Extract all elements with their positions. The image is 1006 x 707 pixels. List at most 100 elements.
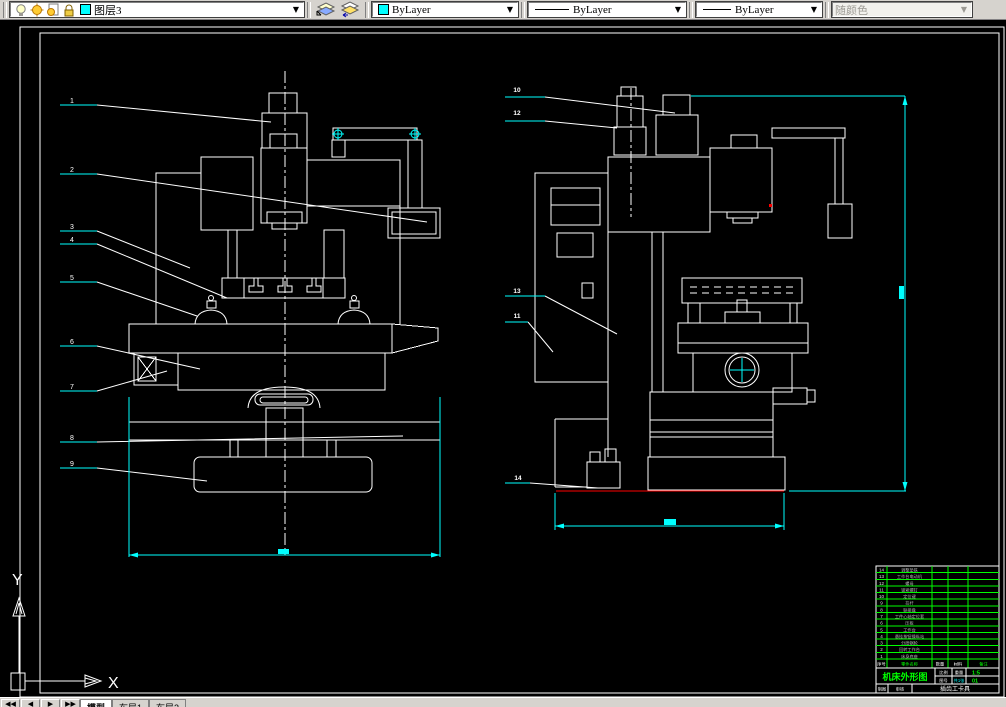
hub-center-mark [730, 358, 754, 382]
svg-text:压板: 压板 [905, 620, 914, 627]
toolbar-separator [689, 1, 693, 18]
plotstyle-combo-value: 随颜色 [835, 4, 868, 17]
ucs-x-label: X [108, 675, 119, 692]
svg-text:3: 3 [880, 641, 883, 646]
leader-label-3: 3 [70, 224, 74, 231]
tab-prev-button[interactable]: ◀ [21, 699, 40, 707]
svg-text:14: 14 [879, 568, 885, 573]
svg-text:床身底座: 床身底座 [901, 653, 918, 660]
svg-text:5: 5 [880, 627, 883, 632]
svg-text:11: 11 [879, 587, 884, 592]
leader-label-13: 13 [513, 288, 521, 295]
leader-label-8: 8 [70, 435, 74, 442]
svg-text:12: 12 [879, 581, 885, 586]
toolbar-separator [825, 1, 829, 18]
leader-label-5: 5 [70, 275, 74, 282]
svg-text:螺母: 螺母 [905, 580, 913, 587]
tab-first-button[interactable]: ◀◀ [1, 699, 20, 707]
tab-layout1[interactable]: 布局1 [112, 699, 150, 707]
leader-label-12: 12 [513, 110, 521, 117]
arm-target-symbols [332, 128, 421, 140]
tab-next-button[interactable]: ▶ [41, 699, 60, 707]
linetype-combo-value: ByLayer [573, 3, 612, 16]
linetype-preview [535, 9, 569, 10]
svg-text:联接盘: 联接盘 [903, 606, 916, 613]
toolbar-separator [3, 1, 7, 18]
linetype-combo-dropdown-icon[interactable]: ▼ [673, 5, 683, 14]
svg-text:回转工作台: 回转工作台 [899, 646, 920, 653]
weight-label: 重量 [955, 669, 963, 676]
layer-on-bulb-icon[interactable] [14, 3, 28, 17]
layer-combo-value: 图层3 [94, 4, 122, 17]
svg-text:2: 2 [880, 647, 883, 652]
layer-thaw-sun-icon[interactable] [30, 3, 44, 17]
svg-text:10: 10 [879, 594, 885, 599]
svg-text:4: 4 [880, 634, 883, 639]
side-height-dimension-text [899, 286, 904, 299]
svg-text:7: 7 [880, 614, 883, 619]
lineweight-combo[interactable]: ByLayer ▼ [695, 1, 823, 18]
lineweight-combo-value: ByLayer [735, 3, 774, 16]
leader-label-4: 4 [70, 237, 74, 244]
checked-label: 审核 [896, 686, 905, 693]
front-view [128, 71, 441, 555]
lineweight-preview [703, 9, 731, 10]
layer-vp-freeze-icon[interactable] [46, 3, 60, 17]
lineweight-combo-dropdown-icon[interactable]: ▼ [809, 5, 819, 14]
svg-text:拉杆: 拉杆 [905, 600, 914, 607]
toolbar-separator [521, 1, 525, 18]
toolbar-separator [365, 1, 369, 18]
side-width-dimension-text [664, 519, 676, 525]
layer-color-swatch [80, 4, 91, 15]
layout-tab-strip: ◀◀ ◀ ▶ ▶▶ 模型 布局1 布局2 [0, 697, 1006, 707]
front-dimension-text [278, 549, 289, 554]
sheet-value: 01 [972, 679, 978, 685]
ucs-icon: Y X [10, 572, 119, 692]
svg-text:8: 8 [880, 607, 883, 612]
ucs-y-label: Y [12, 572, 23, 589]
layer-lock-icon[interactable] [62, 3, 76, 17]
leader-label-14: 14 [514, 475, 522, 482]
layer-previous-icon[interactable] [339, 1, 361, 18]
make-layer-current-icon[interactable] [315, 1, 337, 18]
bom-header-qty: 数量 [936, 661, 944, 668]
scale-label: 比例 [939, 669, 947, 676]
tab-layout2[interactable]: 布局2 [149, 699, 187, 707]
sheet-label: 图号 [939, 678, 947, 684]
leader-label-9: 9 [70, 461, 74, 468]
layer-combo-dropdown-icon[interactable]: ▼ [291, 5, 301, 14]
leader-label-11: 11 [514, 313, 521, 320]
svg-text:工件心轴定位套: 工件心轴定位套 [895, 613, 925, 620]
svg-text:悬挂按钮操纵站: 悬挂按钮操纵站 [895, 633, 924, 640]
linetype-combo[interactable]: ByLayer ▼ [527, 1, 687, 18]
tab-last-button[interactable]: ▶▶ [61, 699, 80, 707]
svg-text:分度蜗轮: 分度蜗轮 [901, 640, 919, 647]
svg-text:6: 6 [880, 621, 883, 626]
svg-text:工作台: 工作台 [903, 626, 916, 633]
svg-text:定位键: 定位键 [903, 593, 916, 600]
layer-combo[interactable]: 图层3 ▼ [9, 1, 305, 18]
color-combo-dropdown-icon[interactable]: ▼ [505, 5, 515, 14]
color-combo[interactable]: ByLayer ▼ [371, 1, 519, 18]
svg-text:9: 9 [880, 601, 883, 606]
leader-label-10: 10 [513, 87, 521, 94]
color-swatch [378, 4, 389, 15]
drawing-title: 机床外形图 [882, 671, 927, 682]
leader-label-2: 2 [70, 167, 74, 174]
color-combo-value: ByLayer [392, 3, 431, 16]
svg-text:工作台电动机: 工作台电动机 [897, 573, 923, 580]
tab-model[interactable]: 模型 [80, 699, 113, 707]
bom-part-numbers: 14 13 12 11 10 9 8 7 6 5 4 3 2 1 [879, 568, 885, 659]
plotstyle-combo: 随颜色 ▼ [831, 1, 973, 18]
bom-header-material: 材料 [954, 661, 963, 668]
title-block: 序号 零件名称 数量 材料 备注 14 13 12 11 10 9 8 7 6 … [875, 565, 1000, 694]
plotstyle-combo-dropdown-icon: ▼ [960, 5, 967, 14]
object-properties-toolbar: 图层3 ▼ ByLayer ▼ ByLayer ▼ ByLayer ▼ 随颜色 … [0, 0, 1006, 20]
bom-header-name: 零件名称 [901, 661, 918, 668]
leader-label-1: 1 [70, 98, 74, 105]
bom-header-no: 序号 [877, 661, 885, 668]
svg-text:1: 1 [880, 654, 883, 659]
base-highlight-line [556, 204, 784, 492]
svg-text:调整垫铁: 调整垫铁 [901, 567, 919, 574]
model-space-canvas[interactable]: 1 2 3 4 5 6 7 8 9 10 12 13 11 14 Y X 序号 … [0, 20, 1006, 707]
